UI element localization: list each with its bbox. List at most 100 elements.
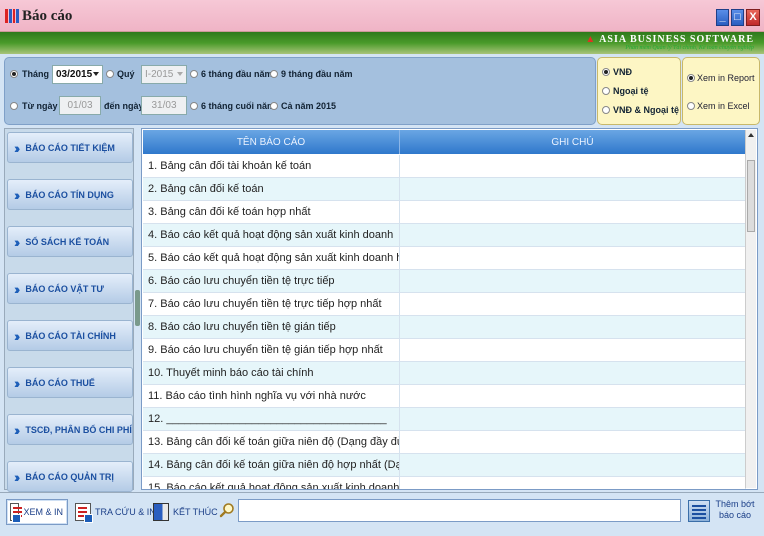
- from-date-label: Từ ngày: [22, 101, 58, 111]
- report-search-icon: [75, 503, 93, 523]
- search-icon: [219, 503, 234, 518]
- view-print-button[interactable]: XEM & IN: [6, 499, 68, 525]
- table-row[interactable]: 11. Báo cáo tình hình nghĩa vụ với nhà n…: [143, 385, 746, 408]
- table-row[interactable]: 13. Bảng cân đối kế toán giữa niên độ (D…: [143, 431, 746, 454]
- brand-name: ▲ ASIA BUSINESS SOFTWARE: [585, 34, 754, 45]
- month-select[interactable]: 03/2015: [52, 65, 103, 84]
- column-header-report-name[interactable]: TÊN BÁO CÁO: [143, 130, 400, 154]
- minimize-button[interactable]: _: [716, 9, 729, 26]
- sidebar-item-materials[interactable]: ›› BÁO CÁO VẬT TƯ: [7, 273, 133, 304]
- add-remove-report-icon[interactable]: [688, 500, 710, 522]
- note-cell: [400, 339, 746, 361]
- exit-door-icon: [153, 503, 169, 521]
- sidebar-collapse-handle[interactable]: [135, 290, 140, 326]
- column-header-note[interactable]: GHI CHÚ: [400, 130, 746, 154]
- table-row[interactable]: 7. Báo cáo lưu chuyển tiền tệ trực tiếp …: [143, 293, 746, 316]
- report-name-cell: 9. Báo cáo lưu chuyển tiền tệ gián tiếp …: [143, 339, 400, 361]
- sidebar-item-fixed-assets[interactable]: ›› TSCĐ, PHÂN BỔ CHI PHÍ: [7, 414, 133, 445]
- sidebar-item-management[interactable]: ›› BÁO CÁO QUẢN TRỊ: [7, 461, 133, 492]
- sidebar-item-financial[interactable]: ›› BÁO CÁO TÀI CHÍNH: [7, 320, 133, 351]
- report-name-cell: 13. Bảng cân đối kế toán giữa niên độ (D…: [143, 431, 400, 453]
- note-cell: [400, 477, 746, 489]
- chevron-down-icon: [93, 72, 99, 76]
- table-row[interactable]: 6. Báo cáo lưu chuyển tiền tệ trực tiếp: [143, 270, 746, 293]
- finish-button[interactable]: KẾT THÚC: [150, 499, 218, 525]
- view-excel-radio[interactable]: [687, 102, 695, 110]
- vertical-scrollbar[interactable]: [745, 130, 756, 488]
- last-6-months-radio[interactable]: [190, 102, 198, 110]
- table-row[interactable]: 3. Bảng cân đối kế toán hợp nhất: [143, 201, 746, 224]
- table-header: TÊN BÁO CÁO GHI CHÚ: [143, 130, 746, 154]
- date-range-radio[interactable]: [10, 102, 18, 110]
- note-cell: [400, 247, 746, 269]
- quarter-select[interactable]: I-2015: [141, 65, 187, 84]
- sidebar-item-savings[interactable]: ›› BÁO CÁO TIẾT KIỆM: [7, 132, 133, 163]
- report-print-icon: [10, 503, 23, 523]
- double-chevron-right-icon: ››: [14, 233, 21, 250]
- first-9-months-label: 9 tháng đầu năm: [281, 69, 353, 79]
- double-chevron-right-icon: ››: [14, 327, 21, 344]
- window-title: Báo cáo: [22, 8, 73, 24]
- currency-both-radio[interactable]: [602, 106, 610, 114]
- view-mode-panel: Xem in Report Xem in Excel: [682, 57, 760, 125]
- period-filter-panel: Tháng 03/2015 Quý I-2015 6 tháng đầu năm…: [4, 57, 596, 125]
- lookup-print-button[interactable]: TRA CỨU & IN: [72, 499, 156, 525]
- full-year-label: Cả năm 2015: [281, 101, 337, 111]
- note-cell: [400, 431, 746, 453]
- maximize-button[interactable]: □: [731, 9, 744, 26]
- chevron-down-icon: [177, 72, 183, 76]
- report-name-cell: 5. Báo cáo kết quả hoạt động sản xuất ki…: [143, 247, 400, 269]
- to-date-label: đến ngày: [104, 101, 144, 111]
- note-cell: [400, 201, 746, 223]
- table-row[interactable]: 10. Thuyết minh báo cáo tài chính: [143, 362, 746, 385]
- to-date-input[interactable]: 31/03: [141, 96, 187, 115]
- currency-both-label: VNĐ & Ngoại tệ: [613, 105, 680, 115]
- scrollbar-thumb[interactable]: [747, 160, 755, 232]
- from-date-input[interactable]: 01/03: [59, 96, 101, 115]
- first-6-months-radio[interactable]: [190, 70, 198, 78]
- quarter-label: Quý: [117, 69, 135, 79]
- double-chevron-right-icon: ››: [14, 421, 21, 438]
- double-chevron-right-icon: ››: [14, 280, 21, 297]
- currency-vnd-radio[interactable]: [602, 68, 610, 76]
- last-6-months-label: 6 tháng cuối năm: [201, 101, 276, 111]
- first-9-months-radio[interactable]: [270, 70, 278, 78]
- note-cell: [400, 224, 746, 246]
- table-row[interactable]: 14. Bảng cân đối kế toán giữa niên độ hợ…: [143, 454, 746, 477]
- report-name-cell: 4. Báo cáo kết quả hoạt động sản xuất ki…: [143, 224, 400, 246]
- full-year-radio[interactable]: [270, 102, 278, 110]
- view-report-radio[interactable]: [687, 74, 695, 82]
- report-table: TÊN BÁO CÁO GHI CHÚ 1. Bảng cân đối tài …: [141, 128, 758, 490]
- sidebar-item-tax[interactable]: ›› BÁO CÁO THUẾ: [7, 367, 133, 398]
- note-cell: [400, 270, 746, 292]
- double-chevron-right-icon: ››: [14, 468, 21, 485]
- note-cell: [400, 385, 746, 407]
- sidebar-item-credit[interactable]: ›› BÁO CÁO TÍN DỤNG: [7, 179, 133, 210]
- note-cell: [400, 293, 746, 315]
- close-button[interactable]: X: [746, 9, 760, 26]
- quarter-radio[interactable]: [106, 70, 114, 78]
- month-radio[interactable]: [10, 70, 18, 78]
- table-row[interactable]: 8. Báo cáo lưu chuyển tiền tệ gián tiếp: [143, 316, 746, 339]
- report-name-cell: 12. ____________________________________: [143, 408, 400, 430]
- table-row[interactable]: 5. Báo cáo kết quả hoạt động sản xuất ki…: [143, 247, 746, 270]
- double-chevron-right-icon: ››: [14, 186, 21, 203]
- scroll-up-icon[interactable]: [748, 133, 754, 137]
- table-row[interactable]: 12. ____________________________________: [143, 408, 746, 431]
- note-cell: [400, 155, 746, 177]
- report-name-cell: 14. Bảng cân đối kế toán giữa niên độ hợ…: [143, 454, 400, 476]
- table-row[interactable]: 15. Báo cáo kết quả hoạt động sản xuất k…: [143, 477, 746, 489]
- table-row[interactable]: 4. Báo cáo kết quả hoạt động sản xuất ki…: [143, 224, 746, 247]
- currency-foreign-radio[interactable]: [602, 87, 610, 95]
- add-remove-report-button[interactable]: Thêm bớt báo cáo: [712, 499, 758, 521]
- note-cell: [400, 362, 746, 384]
- table-row[interactable]: 2. Bảng cân đối kế toán: [143, 178, 746, 201]
- report-name-cell: 10. Thuyết minh báo cáo tài chính: [143, 362, 400, 384]
- table-row[interactable]: 9. Báo cáo lưu chuyển tiền tệ gián tiếp …: [143, 339, 746, 362]
- note-cell: [400, 178, 746, 200]
- report-name-cell: 1. Bảng cân đối tài khoản kế toán: [143, 155, 400, 177]
- report-category-sidebar: ›› BÁO CÁO TIẾT KIỆM ›› BÁO CÁO TÍN DỤNG ›…: [4, 128, 134, 492]
- sidebar-item-accounting-books[interactable]: ›› SỔ SÁCH KẾ TOÁN: [7, 226, 133, 257]
- search-input[interactable]: [238, 499, 681, 522]
- table-row[interactable]: 1. Bảng cân đối tài khoản kế toán: [143, 155, 746, 178]
